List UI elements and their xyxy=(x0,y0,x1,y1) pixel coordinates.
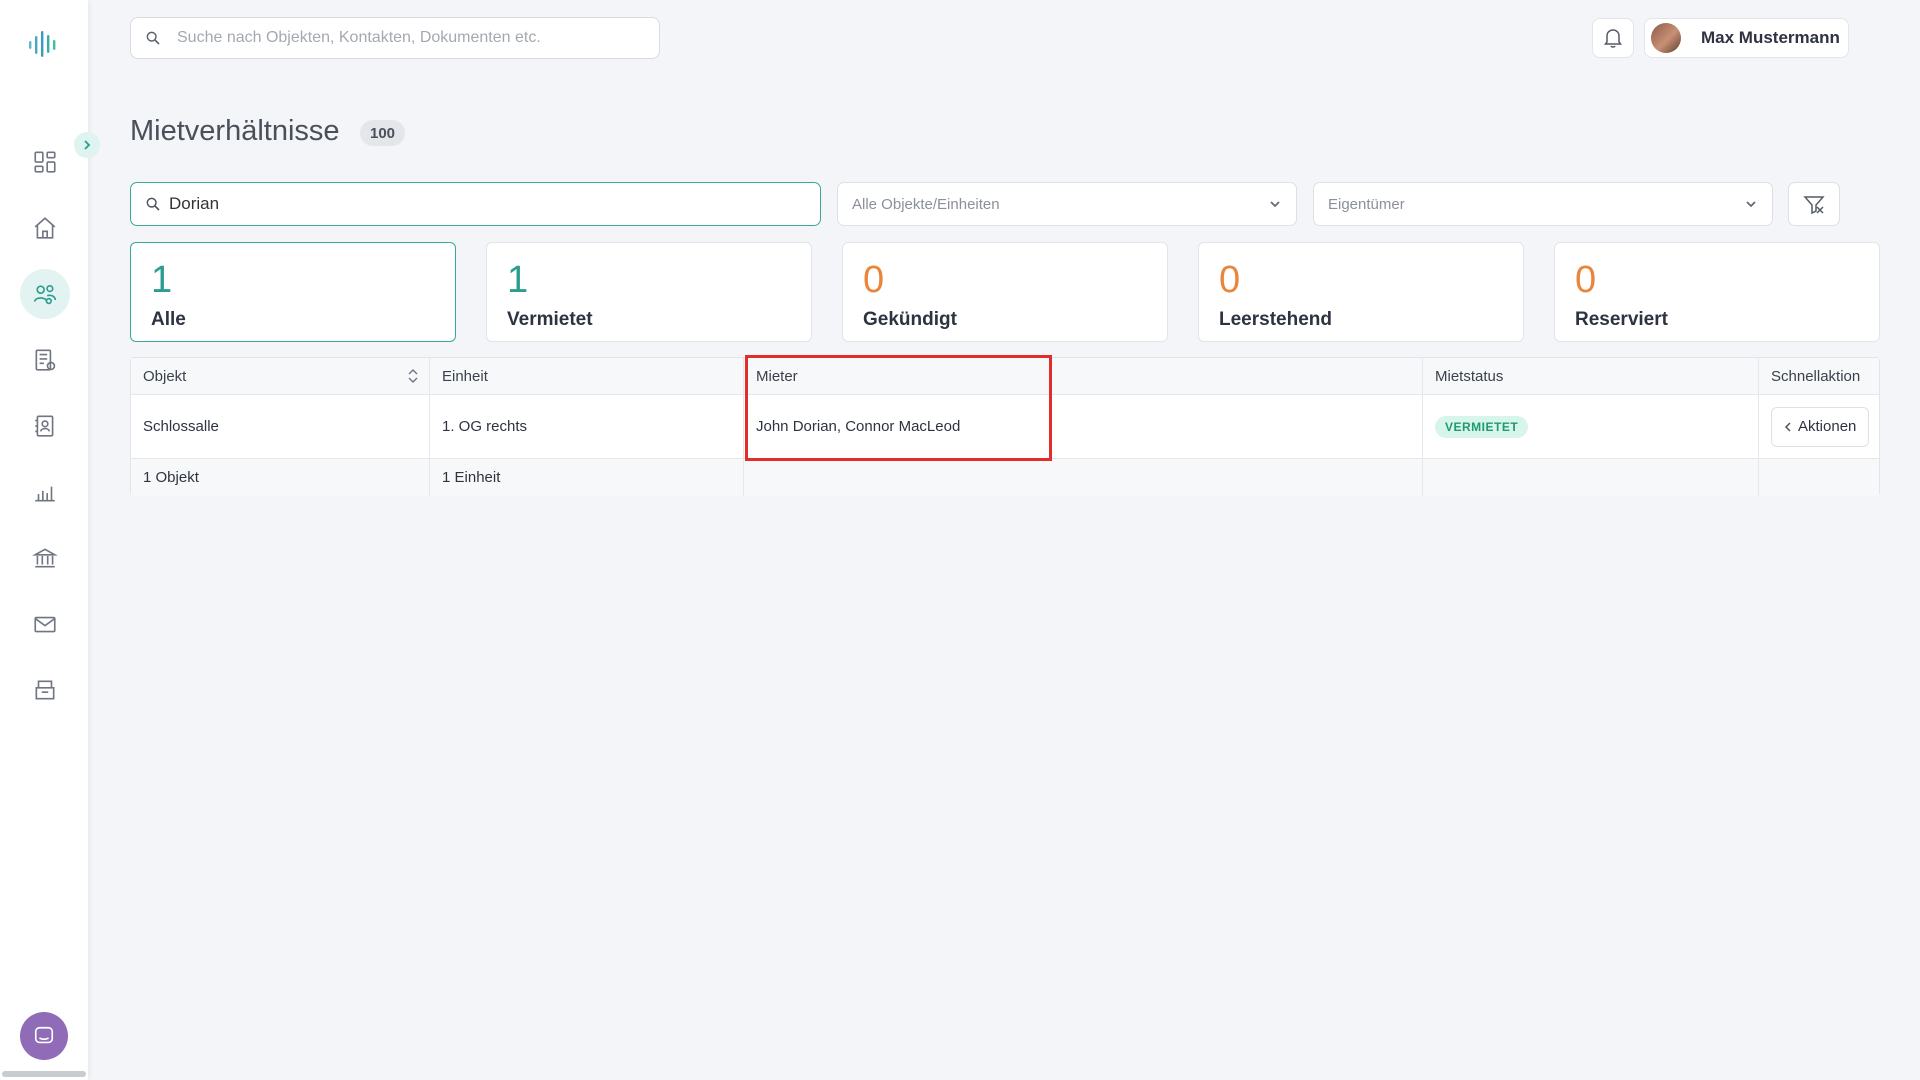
archive-icon xyxy=(35,680,55,700)
sidebar-item-home[interactable] xyxy=(20,203,70,253)
bank-icon xyxy=(32,548,58,568)
search-icon xyxy=(146,31,160,45)
search-icon xyxy=(146,197,160,211)
stat-value: 0 xyxy=(1219,259,1241,301)
global-search-input[interactable] xyxy=(177,29,617,47)
stat-label: Alle xyxy=(151,309,186,330)
clear-filter-button[interactable] xyxy=(1788,182,1840,226)
avatar xyxy=(1651,23,1681,53)
column-header-schnellaktion: Schnellaktion xyxy=(1759,358,1879,394)
home-icon xyxy=(34,217,56,239)
user-name: Max Mustermann xyxy=(1701,28,1840,47)
column-header-mieter[interactable]: Mieter xyxy=(744,358,1423,394)
tenancy-search[interactable] xyxy=(130,182,821,226)
owner-select-value: Eigentümer xyxy=(1328,195,1405,213)
cell-objekt[interactable]: Schlossalle xyxy=(131,395,430,458)
stat-card-alle[interactable]: 1 Alle xyxy=(130,242,456,342)
cell-mieter[interactable]: John Dorian, Connor MacLeod xyxy=(744,395,1423,458)
column-header-label: Objekt xyxy=(143,367,187,385)
mail-icon xyxy=(34,616,56,633)
actions-button-label: Aktionen xyxy=(1798,418,1857,435)
chevron-down-icon xyxy=(1270,201,1280,208)
chevron-down-icon xyxy=(1746,201,1756,208)
tenancy-table: Objekt Einheit Mieter Mietstatus Schnell… xyxy=(130,357,1880,496)
column-header-label: Schnellaktion xyxy=(1771,367,1861,385)
documents-icon xyxy=(35,349,56,371)
global-search[interactable] xyxy=(130,17,660,59)
sidebar-item-reports[interactable] xyxy=(20,467,70,517)
reports-icon xyxy=(35,486,55,502)
stat-value: 1 xyxy=(151,259,173,301)
support-chat-button[interactable] xyxy=(20,1012,68,1060)
cell-einheit[interactable]: 1. OG rechts xyxy=(430,395,744,458)
stat-label: Reserviert xyxy=(1575,309,1668,330)
horizontal-scrollbar[interactable] xyxy=(2,1071,86,1077)
sort-icon[interactable] xyxy=(407,367,419,385)
footer-empty xyxy=(1423,459,1759,496)
column-header-label: Mieter xyxy=(756,367,798,385)
sidebar-item-mail[interactable] xyxy=(20,599,70,649)
bell-icon xyxy=(1604,29,1622,48)
column-header-objekt[interactable]: Objekt xyxy=(131,358,430,394)
column-header-einheit[interactable]: Einheit xyxy=(430,358,744,394)
column-header-mietstatus[interactable]: Mietstatus xyxy=(1423,358,1759,394)
stat-label: Vermietet xyxy=(507,309,593,330)
sidebar-item-dashboard[interactable] xyxy=(20,137,70,187)
chevron-left-icon xyxy=(1784,421,1791,432)
stat-value: 0 xyxy=(863,259,885,301)
user-menu-button[interactable]: Max Mustermann xyxy=(1644,18,1849,58)
objects-select-value: Alle Objekte/Einheiten xyxy=(852,195,1000,213)
sidebar xyxy=(0,0,88,1080)
stat-value: 0 xyxy=(1575,259,1597,301)
column-header-label: Einheit xyxy=(442,367,488,385)
sidebar-item-tenants[interactable] xyxy=(20,269,70,319)
logo-icon xyxy=(29,31,56,57)
count-badge: 100 xyxy=(360,120,406,146)
objects-select[interactable]: Alle Objekte/Einheiten xyxy=(837,182,1297,226)
stat-card-reserviert[interactable]: 0 Reserviert xyxy=(1554,242,1880,342)
table-footer: 1 Objekt 1 Einheit xyxy=(131,459,1879,496)
footer-objekt-count: 1 Objekt xyxy=(131,459,430,496)
cell-mietstatus: VERMIETET xyxy=(1423,395,1759,458)
cell-schnellaktion: Aktionen xyxy=(1759,395,1879,458)
sidebar-item-bank[interactable] xyxy=(20,533,70,583)
owner-select[interactable]: Eigentümer xyxy=(1313,182,1773,226)
stat-value: 1 xyxy=(507,259,529,301)
filter-clear-icon xyxy=(1803,196,1825,215)
notifications-button[interactable] xyxy=(1592,18,1634,58)
actions-button[interactable]: Aktionen xyxy=(1771,406,1870,447)
stat-label: Leerstehend xyxy=(1219,309,1332,330)
footer-einheit-count: 1 Einheit xyxy=(430,459,744,496)
status-badge: VERMIETET xyxy=(1435,415,1529,438)
stat-label: Gekündigt xyxy=(863,309,957,330)
stat-card-leerstehend[interactable]: 0 Leerstehend xyxy=(1198,242,1524,342)
footer-empty xyxy=(744,459,1423,496)
contacts-icon xyxy=(35,415,54,437)
column-header-label: Mietstatus xyxy=(1435,367,1504,385)
stat-card-gekuendigt[interactable]: 0 Gekündigt xyxy=(842,242,1168,342)
tenancy-search-input[interactable] xyxy=(169,194,769,214)
sidebar-item-documents[interactable] xyxy=(20,335,70,385)
table-header: Objekt Einheit Mieter Mietstatus Schnell… xyxy=(131,358,1879,395)
table-row[interactable]: Schlossalle 1. OG rechts John Dorian, Co… xyxy=(131,395,1879,459)
app-logo[interactable] xyxy=(26,26,62,62)
page-title: Mietverhältnisse xyxy=(130,115,340,147)
chat-icon xyxy=(34,1026,54,1044)
sidebar-item-archive[interactable] xyxy=(20,665,70,715)
tenants-icon xyxy=(33,284,57,305)
chevron-right-icon xyxy=(84,140,91,150)
footer-empty xyxy=(1759,459,1879,496)
sidebar-item-contacts[interactable] xyxy=(20,401,70,451)
stat-card-vermietet[interactable]: 1 Vermietet xyxy=(486,242,812,342)
dashboard-icon xyxy=(34,151,56,173)
sidebar-toggle-button[interactable] xyxy=(74,132,100,158)
